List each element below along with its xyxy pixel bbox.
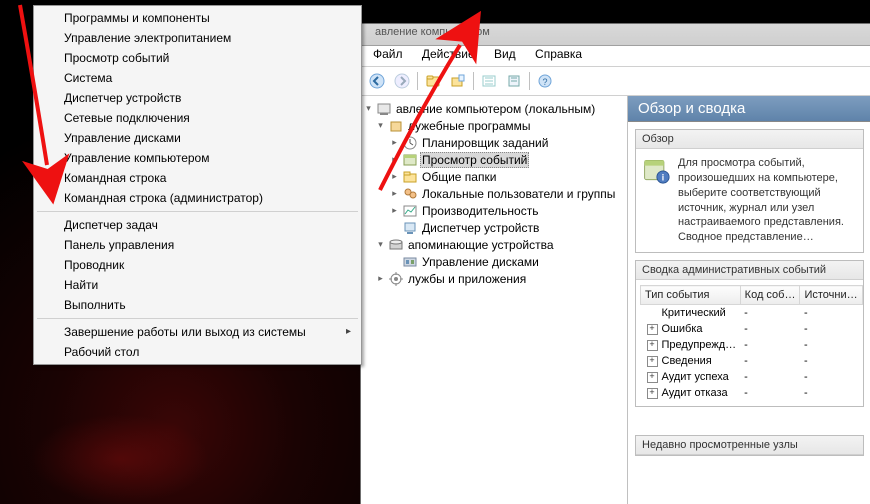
menu-item[interactable]: Диспетчер задач [36,215,359,235]
help-icon[interactable]: ? [533,70,557,92]
details-header: Обзор и сводка [628,96,870,122]
expand-icon[interactable]: + [647,340,658,351]
event-summary-table: Тип события Код соб… Источни… Критически… [640,285,863,401]
expand-icon[interactable]: + [647,388,658,399]
menu-item[interactable]: Управление дисками [36,128,359,148]
menu-action[interactable]: Действие [414,47,483,61]
event-type-label: Ошибка [662,323,703,335]
menu-item[interactable]: Найти [36,275,359,295]
winx-context-menu: Программы и компонентыУправление электро… [33,5,362,365]
table-row[interactable]: +Аудит отказа-- [641,385,863,401]
menu-item[interactable]: Проводник [36,255,359,275]
admin-summary-heading: Сводка административных событий [636,261,863,280]
menu-item[interactable]: Рабочий стол [36,342,359,362]
expand-icon[interactable]: + [647,372,658,383]
table-row[interactable]: Критический-- [641,305,863,322]
tree-shared-folders[interactable]: ▸Общие папки [361,168,627,185]
back-icon[interactable] [365,70,389,92]
menu-item[interactable]: Завершение работы или выход из системы [36,322,359,342]
export-icon[interactable] [502,70,526,92]
menu-item[interactable]: Просмотр событий [36,48,359,68]
menu-item[interactable]: Командная строка [36,168,359,188]
menu-separator [37,211,358,212]
overview-section: Обзор i Для просмотра событий, произошед… [635,129,864,253]
menu-item[interactable]: Командная строка (администратор) [36,188,359,208]
event-type-label: Аудит отказа [662,387,728,399]
menu-item[interactable]: Сетевые подключения [36,108,359,128]
toolbar: ? [361,67,870,96]
tree-root[interactable]: ▾авление компьютером (локальным) [361,100,627,117]
up-icon[interactable] [421,70,445,92]
tree-event-viewer[interactable]: ▸Просмотр событий [361,151,627,168]
svg-text:i: i [662,173,664,183]
tree-local-users[interactable]: ▸Локальные пользователи и группы [361,185,627,202]
folder-props-icon[interactable] [446,70,470,92]
refresh-icon[interactable] [477,70,501,92]
tree-performance[interactable]: ▸Производительность [361,202,627,219]
event-type-label: Сведения [662,355,712,367]
tree-task-scheduler[interactable]: ▸Планировщик заданий [361,134,627,151]
toolbar-separator [529,72,530,90]
tree-pane[interactable]: ▾авление компьютером (локальным) ▾лужебн… [361,96,628,504]
menu-separator [37,318,358,319]
toolbar-separator [473,72,474,90]
table-row[interactable]: +Ошибка-- [641,321,863,337]
tree-disk-management[interactable]: Управление дисками [361,253,627,270]
menu-item[interactable]: Выполнить [36,295,359,315]
table-row[interactable]: +Аудит успеха-- [641,369,863,385]
expand-icon[interactable]: + [647,356,658,367]
toolbar-separator [417,72,418,90]
menu-file[interactable]: Файл [365,47,411,61]
svg-text:?: ? [542,77,547,87]
col-event-type[interactable]: Тип события [641,286,741,305]
admin-summary-section: Сводка административных событий Тип собы… [635,260,864,407]
menu-item[interactable]: Система [36,68,359,88]
menu-item[interactable]: Панель управления [36,235,359,255]
details-pane: Обзор и сводка Обзор i Для просмотра соб… [628,96,870,504]
recent-nodes-section: Недавно просмотренные узлы [635,435,864,456]
table-row[interactable]: +Предупрежд…-- [641,337,863,353]
event-type-label: Критический [662,307,726,319]
menu-item[interactable]: Управление компьютером [36,148,359,168]
recent-nodes-heading: Недавно просмотренные узлы [636,436,863,455]
event-type-label: Аудит успеха [662,371,729,383]
menu-item[interactable]: Управление электропитанием [36,28,359,48]
forward-icon[interactable] [390,70,414,92]
menu-item[interactable]: Диспетчер устройств [36,88,359,108]
tree-services-applications[interactable]: ▸лужбы и приложения [361,270,627,287]
col-source[interactable]: Источни… [800,286,862,305]
computer-management-window: авление компьютером Файл Действие Вид Сп… [360,23,870,504]
overview-heading: Обзор [636,130,863,149]
window-title: авление компьютером [375,26,490,38]
menubar: Файл Действие Вид Справка [361,46,870,67]
event-type-label: Предупрежд… [662,339,737,351]
tree-device-manager[interactable]: Диспетчер устройств [361,219,627,236]
window-titlebar[interactable]: авление компьютером [361,24,870,46]
menu-help[interactable]: Справка [527,47,590,61]
menu-item[interactable]: Программы и компоненты [36,8,359,28]
event-log-icon: i [642,156,670,184]
tree-services-group[interactable]: ▾лужебные программы [361,117,627,134]
expand-icon[interactable]: + [647,324,658,335]
menu-view[interactable]: Вид [486,47,524,61]
col-event-code[interactable]: Код соб… [740,286,800,305]
overview-text: Для просмотра событий, произошедших на к… [678,156,857,245]
tree-storage-group[interactable]: ▾апоминающие устройства [361,236,627,253]
table-row[interactable]: +Сведения-- [641,353,863,369]
